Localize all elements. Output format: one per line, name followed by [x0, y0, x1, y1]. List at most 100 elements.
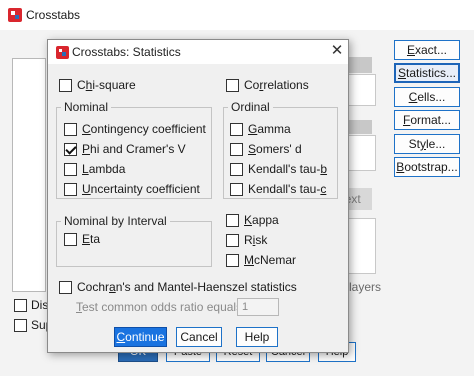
cochrans-mantel-haenszel-box[interactable] — [59, 280, 72, 294]
lambda-checkbox[interactable]: Lambda — [64, 161, 125, 177]
cochrans-mantel-haenszel-label: Cochran's and Mantel-Haenszel statistics — [77, 280, 297, 294]
dialog-titlebar: Crosstabs: Statistics ✕ — [48, 40, 348, 64]
help-button[interactable]: Help — [236, 327, 278, 347]
eta-label: Eta — [82, 232, 100, 246]
uncertainty-coefficient-checkbox[interactable]: Uncertainty coefficient — [64, 181, 200, 197]
row-list-box[interactable] — [348, 74, 376, 106]
lambda-label: Lambda — [82, 162, 125, 176]
continue-mnemonic: C — [116, 330, 126, 344]
cells-button-label: ells... — [417, 90, 446, 104]
phi-cramers-v-mnemonic: P — [82, 142, 91, 156]
layer-list-box[interactable] — [348, 218, 376, 274]
uncertainty-coefficient-label-rest: ncertainty coefficient — [90, 182, 200, 196]
gamma-label: Gamma — [248, 122, 291, 136]
continue-button[interactable]: Continue — [114, 327, 167, 347]
phi-cramers-v-checkbox[interactable]: Phi and Cramer's V — [64, 141, 186, 157]
phi-cramers-v-label-rest: hi and Cramer's V — [90, 142, 186, 156]
somers-d-mnemonic: S — [248, 142, 257, 156]
variable-list[interactable] — [12, 58, 46, 292]
contingency-coefficient-label-rest: ontingency coefficient — [90, 122, 206, 136]
chi-square-label: Chi-square — [77, 78, 136, 92]
style-button-prefix: St — [408, 137, 420, 151]
bootstrap-button-label: ootstrap... — [404, 160, 458, 174]
odds-ratio-input[interactable] — [237, 298, 279, 316]
somers-d-label: Somers' d — [248, 142, 302, 156]
kendalls-tau-c-box[interactable] — [230, 182, 243, 196]
contingency-coefficient-mnemonic: C — [82, 122, 91, 136]
lambda-label-rest: ambda — [88, 162, 126, 176]
phi-cramers-v-label: Phi and Cramer's V — [82, 142, 186, 156]
lambda-mnemonic: L — [82, 162, 89, 176]
odds-ratio-label-rest: est common odds ratio equals: — [82, 300, 246, 314]
style-button[interactable]: Style... — [394, 134, 460, 154]
odds-ratio-text: Test common odds ratio equals: — [76, 300, 245, 314]
gamma-label-rest: amma — [257, 122, 291, 136]
cochrans-label-rest: n's and Mantel-Haenszel statistics — [115, 280, 297, 294]
cochrans-mantel-haenszel-checkbox[interactable]: Cochran's and Mantel-Haenszel statistics — [59, 279, 297, 295]
app-logo-icon — [56, 46, 69, 59]
exact-button-label: xact... — [415, 43, 448, 57]
statistics-button[interactable]: Statistics... — [394, 63, 460, 83]
kappa-label: Kappa — [244, 213, 279, 227]
nominal-group-label: Nominal — [61, 100, 112, 114]
contingency-coefficient-box[interactable] — [64, 122, 77, 136]
somers-d-box[interactable] — [230, 142, 243, 156]
gamma-checkbox[interactable]: Gamma — [230, 121, 291, 137]
suppress-checkbox-box[interactable] — [14, 318, 27, 332]
kendalls-tau-b-checkbox[interactable]: Kendall's tau-b — [230, 161, 327, 177]
cells-button[interactable]: Cells... — [394, 87, 460, 107]
mcnemar-label: McNemar — [244, 253, 296, 267]
help-button-label: Help — [244, 330, 270, 344]
cancel-button-label: Cancel — [180, 330, 218, 344]
correlations-checkbox[interactable]: Correlations — [226, 77, 309, 93]
kendalls-tau-b-box[interactable] — [230, 162, 243, 176]
mcnemar-checkbox[interactable]: McNemar — [226, 252, 296, 268]
cancel-button[interactable]: Cancel — [176, 327, 222, 347]
statistics-button-mnemonic: S — [397, 66, 406, 80]
risk-box[interactable] — [226, 233, 239, 247]
contingency-coefficient-checkbox[interactable]: Contingency coefficient — [64, 121, 206, 137]
mcnemar-box[interactable] — [226, 253, 239, 267]
eta-box[interactable] — [64, 232, 77, 246]
kendalls-tau-b-label-pre: Kendall's tau- — [248, 162, 321, 176]
phi-cramers-v-box[interactable] — [64, 142, 77, 156]
kappa-mnemonic: K — [244, 213, 253, 227]
close-icon[interactable]: ✕ — [328, 42, 346, 60]
eta-label-rest: ta — [90, 232, 101, 246]
correlations-label-rest: relations — [263, 78, 309, 92]
display-checkbox-box[interactable] — [14, 298, 27, 312]
kappa-box[interactable] — [226, 213, 239, 227]
kendalls-tau-c-label-pre: Kendall's tau- — [248, 182, 321, 196]
nominal-by-interval-label: Nominal by Interval — [61, 214, 170, 228]
eta-mnemonic: E — [82, 232, 91, 246]
correlations-label-pre: Co — [244, 78, 260, 92]
kendalls-tau-c-checkbox[interactable]: Kendall's tau-c — [230, 181, 326, 197]
column-list-selection — [348, 120, 372, 134]
lambda-box[interactable] — [64, 162, 77, 176]
cochrans-label-pre: Cochr — [77, 280, 110, 294]
row-list-selection — [348, 57, 372, 73]
kendalls-tau-b-label: Kendall's tau-b — [248, 162, 327, 176]
chi-square-checkbox[interactable]: Chi-square — [59, 77, 136, 93]
kappa-label-rest: appa — [252, 213, 279, 227]
somers-d-label-rest: omers' d — [256, 142, 302, 156]
uncertainty-coefficient-mnemonic: U — [82, 182, 91, 196]
dialog-title: Crosstabs: Statistics — [72, 45, 181, 59]
column-list-box[interactable] — [348, 135, 376, 171]
chi-square-box[interactable] — [59, 78, 72, 92]
risk-checkbox[interactable]: Risk — [226, 232, 267, 248]
ordinal-group-label: Ordinal — [228, 100, 273, 114]
exact-button[interactable]: Exact... — [394, 40, 460, 60]
odds-ratio-label: Test common odds ratio equals: — [76, 299, 245, 315]
kappa-checkbox[interactable]: Kappa — [226, 212, 279, 228]
uncertainty-coefficient-box[interactable] — [64, 182, 77, 196]
risk-label-pre: R — [244, 233, 253, 247]
bootstrap-button[interactable]: Bootstrap... — [394, 157, 460, 177]
somers-d-checkbox[interactable]: Somers' d — [230, 141, 302, 157]
eta-checkbox[interactable]: Eta — [64, 231, 100, 247]
kendalls-tau-b-mnemonic: b — [320, 162, 328, 176]
format-button[interactable]: Format... — [394, 110, 460, 130]
gamma-box[interactable] — [230, 122, 243, 136]
continue-label-rest: ontinue — [125, 330, 165, 344]
correlations-box[interactable] — [226, 78, 239, 92]
